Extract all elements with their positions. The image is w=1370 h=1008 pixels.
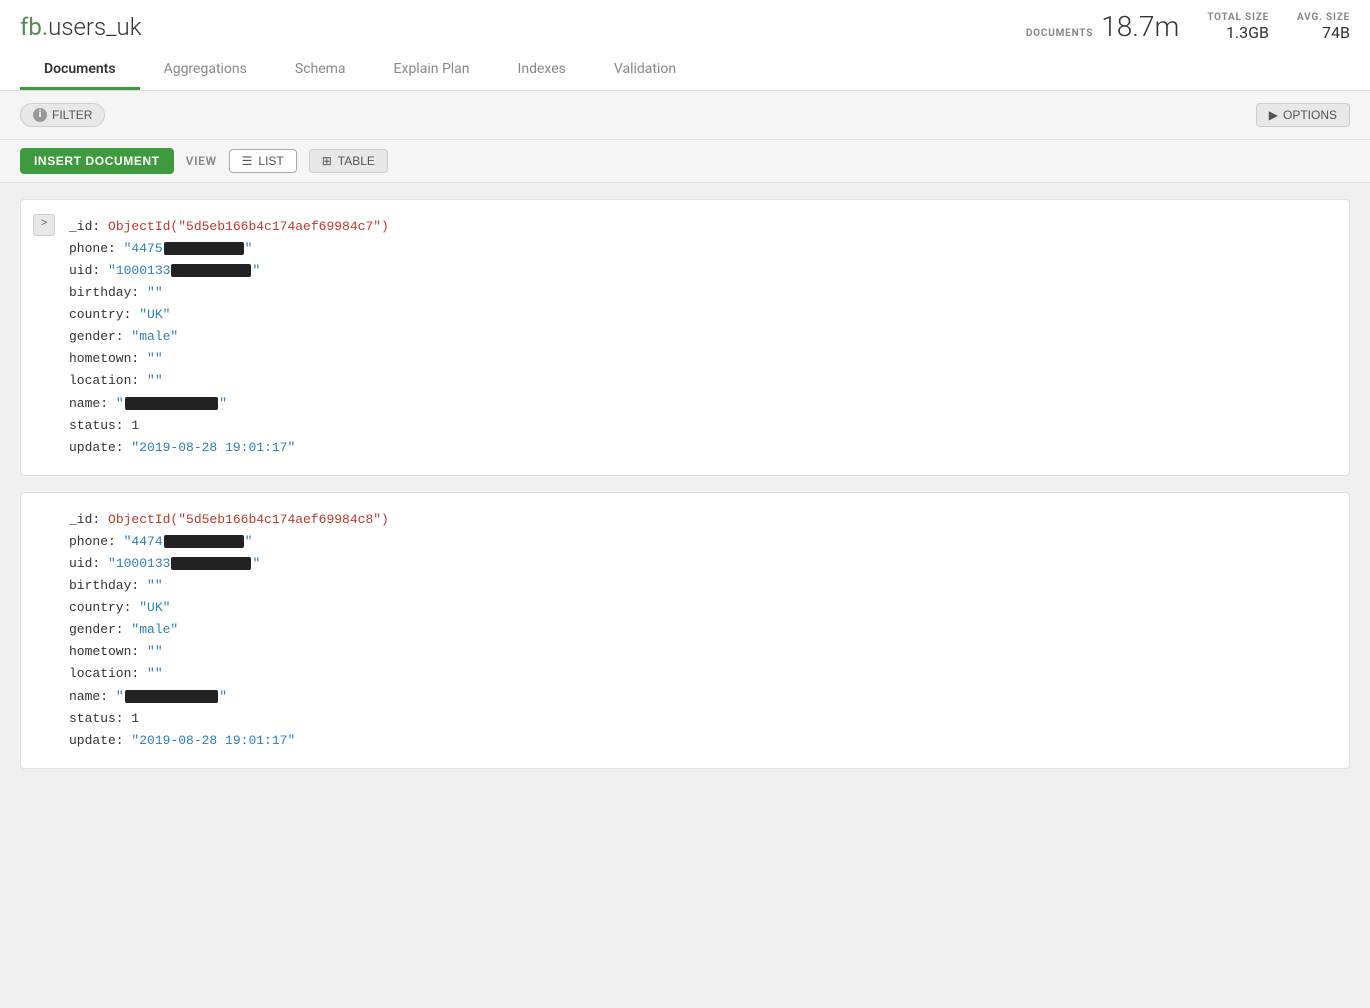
view-label: VIEW	[186, 154, 217, 168]
field-hometown: hometown: ""	[69, 641, 1329, 663]
field-location: location: ""	[69, 663, 1329, 685]
document-card: _id: ObjectId("5d5eb166b4c174aef69984c8"…	[20, 492, 1350, 769]
avg-size-label: AVG. SIZE	[1297, 12, 1350, 23]
tab-bar: Documents Aggregations Schema Explain Pl…	[20, 51, 1350, 90]
field-location: location: ""	[69, 370, 1329, 392]
field-id: _id: ObjectId("5d5eb166b4c174aef69984c8"…	[69, 509, 1329, 531]
avg-size-stat: AVG. SIZE 74B	[1297, 12, 1350, 42]
tab-documents[interactable]: Documents	[20, 51, 140, 90]
tab-aggregations[interactable]: Aggregations	[140, 51, 271, 90]
field-update: update: "2019-08-28 19:01:17"	[69, 730, 1329, 752]
filter-toolbar: i FILTER ▶ OPTIONS	[0, 91, 1370, 140]
tab-schema[interactable]: Schema	[271, 51, 370, 90]
field-gender: gender: "male"	[69, 326, 1329, 348]
expand-button[interactable]: >	[33, 214, 55, 236]
tab-indexes[interactable]: Indexes	[494, 51, 590, 90]
list-icon: ☰	[242, 154, 253, 168]
page-header: fb.users_uk DOCUMENTS 18.7m TOTAL SIZE 1…	[0, 0, 1370, 91]
documents-stat: DOCUMENTS 18.7m	[1026, 12, 1179, 43]
tab-validation[interactable]: Validation	[590, 51, 700, 90]
action-bar: INSERT DOCUMENT VIEW ☰ LIST ⊞ TABLE	[0, 140, 1370, 183]
insert-document-button[interactable]: INSERT DOCUMENT	[20, 148, 174, 174]
field-country: country: "UK"	[69, 304, 1329, 326]
documents-value: 18.7m	[1101, 12, 1179, 43]
field-name: name: " "	[69, 686, 1329, 708]
field-phone: phone: "4475 "	[69, 238, 1329, 260]
total-size-label: TOTAL SIZE	[1207, 12, 1269, 23]
info-icon: i	[33, 108, 47, 122]
options-arrow-icon: ▶	[1269, 108, 1278, 122]
field-id: _id: ObjectId("5d5eb166b4c174aef69984c7"…	[69, 216, 1329, 238]
avg-size-value: 74B	[1297, 23, 1350, 42]
collection-title: fb.users_uk	[20, 13, 141, 41]
field-uid: uid: "1000133 "	[69, 260, 1329, 282]
filter-button[interactable]: i FILTER	[20, 103, 105, 127]
collection-name: users_uk	[48, 13, 141, 41]
total-size-stat: TOTAL SIZE 1.3GB	[1207, 12, 1269, 42]
field-phone: phone: "4474 "	[69, 531, 1329, 553]
header-top: fb.users_uk DOCUMENTS 18.7m TOTAL SIZE 1…	[20, 12, 1350, 51]
documents-area: > _id: ObjectId("5d5eb166b4c174aef69984c…	[0, 183, 1370, 801]
field-name: name: " "	[69, 393, 1329, 415]
field-hometown: hometown: ""	[69, 348, 1329, 370]
field-gender: gender: "male"	[69, 619, 1329, 641]
list-label: LIST	[258, 154, 283, 168]
collection-prefix: fb.	[20, 13, 48, 41]
options-label: OPTIONS	[1283, 108, 1337, 122]
list-view-button[interactable]: ☰ LIST	[229, 149, 297, 173]
field-country: country: "UK"	[69, 597, 1329, 619]
field-uid: uid: "1000133 "	[69, 553, 1329, 575]
table-label: TABLE	[338, 154, 375, 168]
field-birthday: birthday: ""	[69, 282, 1329, 304]
filter-label: FILTER	[52, 108, 92, 122]
field-status: status: 1	[69, 415, 1329, 437]
field-birthday: birthday: ""	[69, 575, 1329, 597]
table-icon: ⊞	[322, 154, 332, 168]
field-update: update: "2019-08-28 19:01:17"	[69, 437, 1329, 459]
total-size-value: 1.3GB	[1207, 23, 1269, 42]
header-stats: DOCUMENTS 18.7m TOTAL SIZE 1.3GB AVG. SI…	[1026, 12, 1350, 43]
options-button[interactable]: ▶ OPTIONS	[1256, 103, 1350, 127]
field-status: status: 1	[69, 708, 1329, 730]
table-view-button[interactable]: ⊞ TABLE	[309, 149, 388, 173]
document-card: > _id: ObjectId("5d5eb166b4c174aef69984c…	[20, 199, 1350, 476]
documents-label: DOCUMENTS	[1026, 28, 1093, 39]
filter-input[interactable]	[115, 101, 1245, 129]
tab-explain-plan[interactable]: Explain Plan	[370, 51, 494, 90]
